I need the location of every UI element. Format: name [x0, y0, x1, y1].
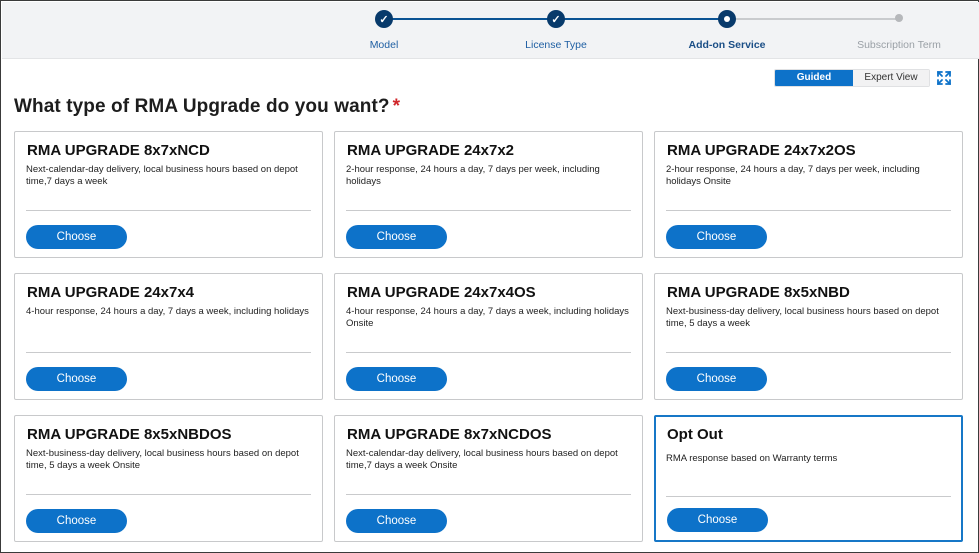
- guided-view-button[interactable]: Guided View: [775, 70, 853, 86]
- choose-button[interactable]: Choose: [26, 509, 127, 533]
- step-label: Model: [369, 39, 399, 51]
- divider: [26, 352, 311, 353]
- choose-button[interactable]: Choose: [666, 225, 767, 249]
- check-icon: ✓: [547, 10, 565, 28]
- divider: [666, 210, 951, 211]
- choose-button[interactable]: Choose: [346, 509, 447, 533]
- option-title: RMA UPGRADE 24x7x2OS: [667, 142, 856, 159]
- current-step-icon: [718, 10, 736, 28]
- option-card[interactable]: RMA UPGRADE 24x7x2OS 2-hour response, 24…: [654, 131, 963, 258]
- option-title: RMA UPGRADE 8x5xNBD: [667, 284, 850, 301]
- choose-button[interactable]: Choose: [26, 367, 127, 391]
- choose-button[interactable]: Choose: [346, 367, 447, 391]
- option-title: RMA UPGRADE 24x7x2: [347, 142, 514, 159]
- option-title: Opt Out: [667, 426, 723, 443]
- stepper-connector: [384, 18, 556, 20]
- option-card[interactable]: RMA UPGRADE 24x7x4OS 4-hour response, 24…: [334, 273, 643, 400]
- option-description: 4-hour response, 24 hours a day, 7 days …: [26, 306, 309, 317]
- option-title: RMA UPGRADE 24x7x4: [27, 284, 194, 301]
- choose-button[interactable]: Choose: [667, 508, 768, 532]
- option-title: RMA UPGRADE 8x5xNBDOS: [27, 426, 232, 443]
- option-card[interactable]: RMA UPGRADE 8x7xNCDOS Next-calendar-day …: [334, 415, 643, 542]
- option-card[interactable]: RMA UPGRADE 8x5xNBD Next-business-day de…: [654, 273, 963, 400]
- choose-button[interactable]: Choose: [346, 225, 447, 249]
- expert-view-button[interactable]: Expert View: [853, 70, 929, 86]
- option-card[interactable]: RMA UPGRADE 24x7x4 4-hour response, 24 h…: [14, 273, 323, 400]
- choose-button[interactable]: Choose: [666, 367, 767, 391]
- expand-icon[interactable]: [936, 70, 952, 86]
- page-frame: ✓ Model ✓ License Type Add-on Service Su…: [0, 0, 979, 553]
- divider: [26, 210, 311, 211]
- option-card-selected[interactable]: Opt Out RMA response based on Warranty t…: [654, 415, 963, 542]
- option-title: RMA UPGRADE 8x7xNCD: [27, 142, 210, 159]
- divider: [666, 496, 951, 497]
- option-description: 2-hour response, 24 hours a day, 7 days …: [346, 164, 600, 187]
- option-card[interactable]: RMA UPGRADE 8x7xNCD Next-calendar-day de…: [14, 131, 323, 258]
- option-card[interactable]: RMA UPGRADE 24x7x2 2-hour response, 24 h…: [334, 131, 643, 258]
- divider: [666, 352, 951, 353]
- choose-button[interactable]: Choose: [26, 225, 127, 249]
- option-description: Next-business-day delivery, local busine…: [666, 306, 939, 329]
- option-description: Next-calendar-day delivery, local busine…: [26, 164, 298, 187]
- divider: [346, 352, 631, 353]
- option-description: 2-hour response, 24 hours a day, 7 days …: [666, 164, 920, 187]
- option-card[interactable]: RMA UPGRADE 8x5xNBDOS Next-business-day …: [14, 415, 323, 542]
- question-text: What type of RMA Upgrade do you want?: [14, 96, 390, 117]
- view-toggle: Guided View Expert View: [774, 69, 930, 87]
- divider: [26, 494, 311, 495]
- step-label: License Type: [525, 39, 587, 51]
- divider: [346, 210, 631, 211]
- step-label: Subscription Term: [857, 39, 941, 51]
- step-label: Add-on Service: [688, 39, 766, 51]
- option-title: RMA UPGRADE 24x7x4OS: [347, 284, 536, 301]
- option-description: Next-business-day delivery, local busine…: [26, 448, 299, 471]
- stepper-connector: [727, 18, 899, 20]
- option-description: RMA response based on Warranty terms: [666, 453, 838, 464]
- option-description: 4-hour response, 24 hours a day, 7 days …: [346, 306, 629, 329]
- option-title: RMA UPGRADE 8x7xNCDOS: [347, 426, 552, 443]
- divider: [346, 494, 631, 495]
- required-marker: *: [392, 96, 401, 117]
- stepper-connector: [556, 18, 727, 20]
- question-heading: What type of RMA Upgrade do you want? *: [14, 96, 400, 118]
- check-icon: ✓: [375, 10, 393, 28]
- pending-step-icon: [895, 14, 903, 22]
- option-description: Next-calendar-day delivery, local busine…: [346, 448, 618, 471]
- progress-stepper: ✓ Model ✓ License Type Add-on Service Su…: [2, 2, 979, 59]
